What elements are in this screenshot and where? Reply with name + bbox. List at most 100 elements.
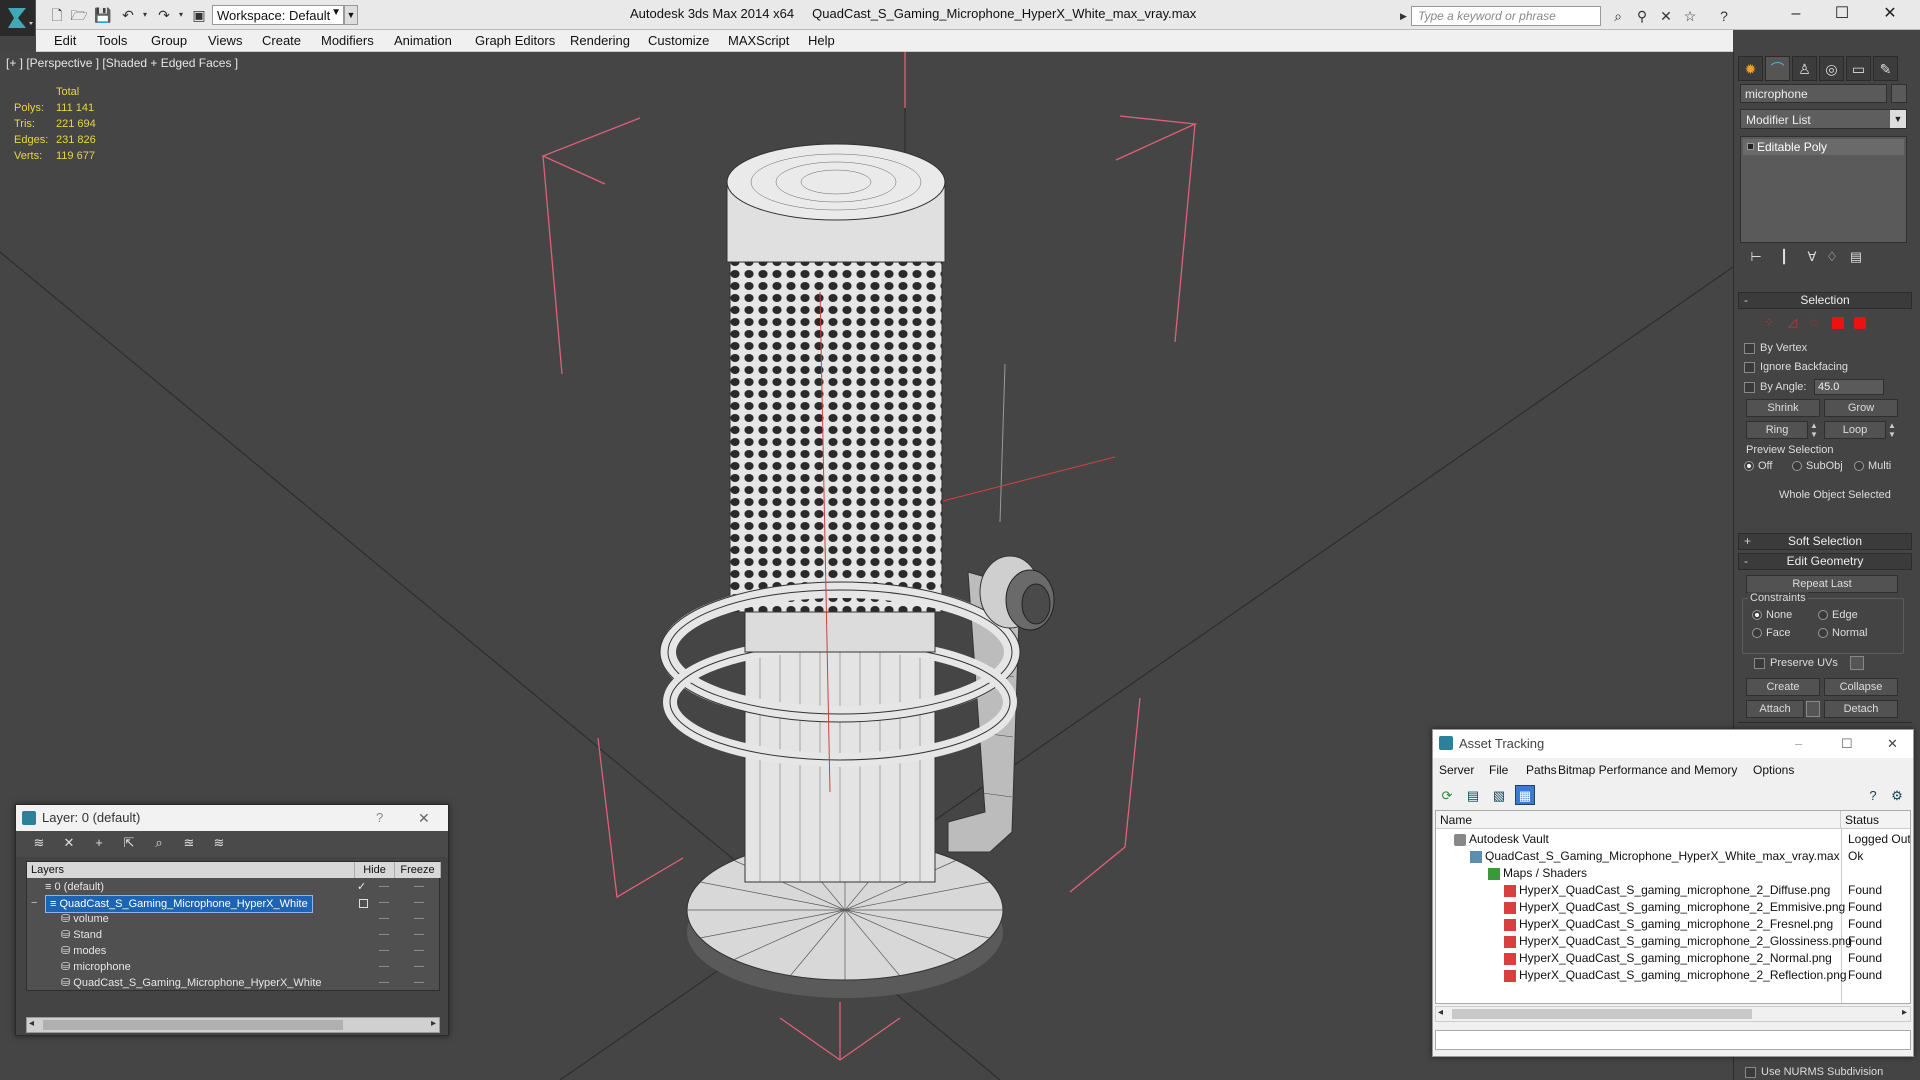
constraint-face-radio[interactable]: Face — [1752, 627, 1790, 639]
attach-button[interactable]: Attach — [1746, 700, 1804, 718]
selection-rollout-header[interactable]: - Selection — [1738, 292, 1912, 309]
open-file-icon[interactable]: 🗁 — [69, 6, 89, 24]
freeze-toggle[interactable]: — — [414, 943, 424, 959]
select-objects-icon[interactable]: ⇱ — [118, 835, 140, 853]
asset-row[interactable]: HyperX_QuadCast_S_gaming_microphone_2_No… — [1436, 950, 1910, 967]
horizontal-scrollbar[interactable]: ◂ ▸ — [26, 1017, 440, 1033]
asset-row[interactable]: HyperX_QuadCast_S_gaming_microphone_2_Fr… — [1436, 916, 1910, 933]
asset-row[interactable]: QuadCast_S_Gaming_Microphone_HyperX_Whit… — [1436, 848, 1910, 865]
menu-customize[interactable]: Customize — [648, 33, 709, 48]
remove-modifier-icon[interactable]: ♢ — [1822, 249, 1842, 267]
lightbulb-icon[interactable] — [1747, 143, 1754, 150]
modify-tab-icon[interactable]: ⌒ — [1765, 56, 1790, 81]
preview-multi-radio[interactable]: Multi — [1854, 460, 1891, 472]
asset-dialog-titlebar[interactable]: Asset Tracking – ☐ ✕ — [1433, 730, 1913, 758]
preserve-uvs-checkbox[interactable] — [1754, 657, 1765, 669]
workspace-menu-button[interactable]: ▼ — [344, 5, 358, 25]
hide-all-layers-icon[interactable]: ≊ — [178, 835, 200, 853]
border-icon[interactable]: ◌ — [1810, 315, 1817, 329]
column-layers[interactable]: Layers — [27, 862, 355, 878]
menu-views[interactable]: Views — [208, 33, 242, 48]
close-button[interactable]: ✕ — [1867, 0, 1913, 30]
hide-toggle[interactable]: — — [379, 927, 389, 943]
asset-row[interactable]: HyperX_QuadCast_S_gaming_microphone_2_Di… — [1436, 882, 1910, 899]
menu-create[interactable]: Create — [262, 33, 301, 48]
layer-row[interactable]: ≡ 0 (default) ✓ — — — [27, 879, 439, 895]
new-layer-icon[interactable]: ≋ — [28, 835, 50, 853]
create-tab-icon[interactable]: ✹ — [1738, 56, 1763, 81]
ignore-backfacing-checkbox[interactable] — [1744, 361, 1755, 373]
menu-maxscript[interactable]: MAXScript — [728, 33, 789, 48]
object-row[interactable]: ⛁ modes — — — [27, 943, 439, 959]
angle-spinner[interactable]: 45.0 — [1814, 379, 1884, 395]
menu-edit[interactable]: Edit — [54, 33, 76, 48]
hide-toggle[interactable]: — — [379, 975, 389, 991]
detach-button[interactable]: Detach — [1824, 700, 1898, 718]
asset-row[interactable]: HyperX_QuadCast_S_gaming_microphone_2_Re… — [1436, 967, 1910, 984]
pin-stack-icon[interactable]: ⊢ — [1746, 249, 1766, 267]
asset-row[interactable]: HyperX_QuadCast_S_gaming_microphone_2_Em… — [1436, 899, 1910, 916]
object-row[interactable]: ⛁ microphone — — — [27, 959, 439, 975]
shrink-button[interactable]: Shrink — [1746, 399, 1820, 417]
hierarchy-tab-icon[interactable]: ♙ — [1792, 56, 1817, 81]
help-icon[interactable]: ? — [1863, 785, 1883, 805]
column-name[interactable]: Name — [1436, 811, 1841, 829]
current-layer-check-icon[interactable]: ✓ — [357, 879, 366, 895]
loop-button[interactable]: Loop — [1824, 421, 1886, 439]
menu-group[interactable]: Group — [151, 33, 187, 48]
favorites-star-icon[interactable]: ☆ — [1679, 6, 1701, 26]
menu-tools[interactable]: Tools — [97, 33, 127, 48]
motion-tab-icon[interactable]: ◎ — [1819, 56, 1844, 81]
make-unique-icon[interactable]: ∀ — [1802, 249, 1822, 267]
layer-dialog-titlebar[interactable]: Layer: 0 (default) ? ✕ — [16, 805, 448, 831]
edge-icon[interactable]: ◿ — [1788, 315, 1797, 329]
menu-graph-editors[interactable]: Graph Editors — [475, 33, 555, 48]
maximize-button[interactable]: ☐ — [1841, 730, 1853, 758]
preserve-uvs-settings-icon[interactable] — [1850, 656, 1864, 670]
use-nurms-checkbox[interactable] — [1745, 1066, 1756, 1078]
communication-icon[interactable]: ✕ — [1655, 6, 1677, 26]
column-status[interactable]: Status — [1841, 811, 1910, 829]
hide-toggle[interactable]: — — [379, 943, 389, 959]
redo-dropdown-icon[interactable]: ▾ — [171, 6, 191, 24]
subscription-icon[interactable]: ⚲ — [1631, 6, 1653, 26]
attach-list-icon[interactable] — [1806, 701, 1820, 717]
undo-dropdown-icon[interactable]: ▾ — [135, 6, 155, 24]
column-freeze[interactable]: Freeze — [395, 862, 441, 878]
freeze-toggle[interactable]: — — [414, 895, 424, 911]
freeze-all-layers-icon[interactable]: ≋ — [208, 835, 230, 853]
search-input[interactable]: Type a keyword or phrase — [1411, 6, 1601, 26]
new-file-icon[interactable]: 🗋 — [47, 6, 67, 24]
make-current-icon[interactable] — [359, 899, 368, 908]
scroll-left-icon[interactable]: ◂ — [1438, 1007, 1443, 1018]
freeze-toggle[interactable]: — — [414, 927, 424, 943]
repeat-last-button[interactable]: Repeat Last — [1746, 575, 1898, 593]
help-button[interactable]: ? — [376, 805, 383, 831]
preview-off-radio[interactable]: Off — [1744, 460, 1772, 472]
minimize-button[interactable]: – — [1773, 0, 1819, 30]
menu-file[interactable]: File — [1489, 763, 1508, 777]
preview-subobj-radio[interactable]: SubObj — [1792, 460, 1843, 472]
object-row[interactable]: ⛁ Stand — — — [27, 927, 439, 943]
maximize-button[interactable]: ☐ — [1819, 0, 1865, 30]
ring-button[interactable]: Ring — [1746, 421, 1808, 439]
refresh-icon[interactable]: ⟳ — [1437, 785, 1457, 805]
workspace-select[interactable]: Workspace: Default ▼ — [212, 5, 344, 25]
asset-row[interactable]: Autodesk Vault Logged Out — [1436, 831, 1910, 848]
horizontal-scrollbar[interactable]: ◂ ▸ — [1435, 1006, 1911, 1022]
by-angle-option[interactable]: By Angle: — [1744, 381, 1806, 393]
layer-row-selected[interactable]: − ≡ QuadCast_S_Gaming_Microphone_HyperX_W… — [27, 895, 439, 913]
ignore-backfacing-option[interactable]: Ignore Backfacing — [1744, 361, 1848, 373]
menu-options[interactable]: Options — [1753, 763, 1794, 777]
configure-modifier-sets-icon[interactable]: ▤ — [1846, 249, 1866, 267]
hide-toggle[interactable]: — — [379, 879, 389, 895]
close-icon[interactable]: ✕ — [1887, 730, 1898, 758]
hide-toggle[interactable]: — — [379, 959, 389, 975]
modifier-list-dropdown[interactable]: Modifier List ▼ — [1740, 109, 1907, 129]
object-row[interactable]: ⛁ QuadCast_S_Gaming_Microphone_HyperX_Wh… — [27, 975, 439, 991]
scrollbar-thumb[interactable] — [1452, 1009, 1752, 1019]
polygon-icon[interactable] — [1832, 317, 1844, 329]
search-expand-icon[interactable]: ▶ — [1400, 6, 1411, 26]
menu-paths[interactable]: Paths — [1526, 763, 1557, 777]
menu-server[interactable]: Server — [1439, 763, 1474, 777]
